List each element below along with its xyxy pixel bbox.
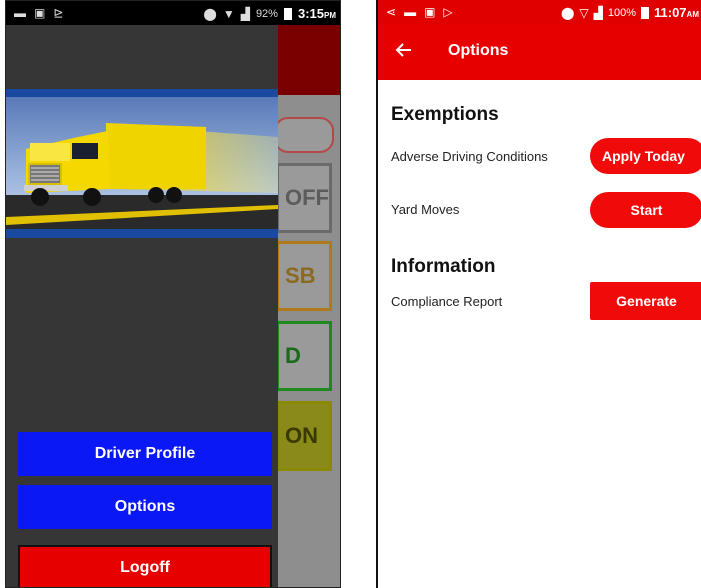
- image-icon: ▣: [424, 5, 436, 19]
- play-icon: ▷: [443, 5, 453, 19]
- generate-label: Generate: [616, 293, 677, 309]
- left-phone-screen: ▬ ▣ ⊵ ⬤ ▼ ▟ 92% 3:15PM OFF SB D ON Drive…: [5, 0, 341, 588]
- image-icon: ▣: [34, 6, 46, 20]
- status-tile-sb: SB: [276, 241, 332, 311]
- compliance-report-label: Compliance Report: [391, 294, 503, 309]
- apply-today-button[interactable]: Apply Today: [590, 138, 701, 174]
- voicemail-icon: ▬: [14, 6, 26, 20]
- driver-profile-button[interactable]: Driver Profile: [18, 432, 272, 476]
- options-label: Options: [114, 498, 176, 515]
- information-heading: Information: [391, 256, 496, 277]
- status-tile-d: D: [276, 321, 332, 391]
- wifi-icon: ▼: [222, 6, 235, 21]
- location-icon: ⬤: [560, 5, 575, 20]
- arrow-left-icon[interactable]: [394, 40, 416, 62]
- signal-icon: ▟: [593, 5, 603, 20]
- right-phone-screen: ⋖ ▬ ▣ ▷ ⬤ ▽ ▟ 100% 11:07AM Options Exemp…: [376, 0, 701, 588]
- location-icon: ⬤: [203, 6, 217, 21]
- clock: 11:07AM: [654, 5, 699, 20]
- logoff-button[interactable]: Logoff: [18, 545, 272, 587]
- app-bar: Options: [378, 24, 701, 80]
- start-button[interactable]: Start: [590, 192, 701, 228]
- start-label: Start: [630, 202, 663, 218]
- clock: 3:15PM: [297, 6, 336, 21]
- battery-percent: 100%: [607, 6, 636, 19]
- yard-moves-label: Yard Moves: [391, 202, 460, 217]
- truck-image: [6, 97, 278, 229]
- exemptions-heading: Exemptions: [391, 104, 499, 125]
- battery-percent: 92%: [255, 7, 278, 20]
- background-field: [274, 117, 334, 153]
- adverse-driving-label: Adverse Driving Conditions: [391, 149, 548, 164]
- wifi-icon: ▽: [579, 5, 589, 20]
- battery-icon: [283, 7, 292, 20]
- status-bar: ▬ ▣ ⊵ ⬤ ▼ ▟ 92% 3:15PM: [6, 1, 340, 25]
- drawer-header-stripe: [6, 229, 278, 238]
- generate-button[interactable]: Generate: [590, 282, 701, 320]
- status-bar: ⋖ ▬ ▣ ▷ ⬤ ▽ ▟ 100% 11:07AM: [378, 0, 701, 24]
- driver-profile-label: Driver Profile: [94, 445, 196, 462]
- signal-icon: ▟: [240, 6, 250, 21]
- page-title: Options: [448, 42, 509, 59]
- apply-today-label: Apply Today: [602, 148, 685, 164]
- cast-icon: ⊵: [53, 6, 64, 20]
- drawer-header-stripe: [6, 89, 278, 97]
- battery-icon: [641, 6, 649, 19]
- share-icon: ⋖: [386, 5, 397, 19]
- voicemail-icon: ▬: [404, 5, 417, 19]
- options-button[interactable]: Options: [18, 485, 272, 529]
- status-tile-off: OFF: [276, 163, 332, 233]
- navigation-drawer: Driver Profile Options Logoff: [6, 25, 278, 587]
- logoff-label: Logoff: [120, 559, 170, 576]
- status-tile-on: ON: [276, 401, 332, 471]
